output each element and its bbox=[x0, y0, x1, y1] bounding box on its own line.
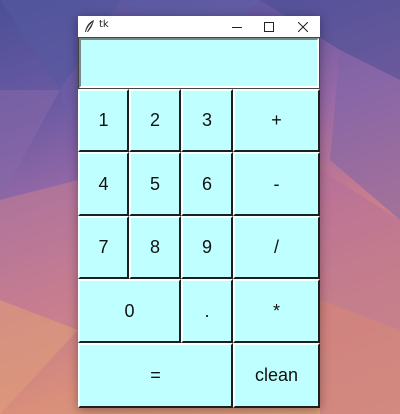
minimize-icon bbox=[232, 26, 242, 28]
minus-button[interactable]: - bbox=[233, 152, 320, 216]
close-icon bbox=[298, 21, 308, 32]
multiply-button[interactable]: * bbox=[233, 279, 320, 343]
feather-icon bbox=[83, 19, 97, 34]
key-6-button[interactable]: 6 bbox=[181, 152, 233, 216]
minimize-button[interactable] bbox=[222, 16, 252, 37]
maximize-button[interactable] bbox=[254, 16, 284, 37]
clean-button[interactable]: clean bbox=[233, 343, 320, 408]
close-button[interactable] bbox=[288, 16, 318, 37]
key-3-button[interactable]: 3 bbox=[181, 89, 233, 152]
maximize-icon bbox=[264, 21, 274, 32]
key-0-button[interactable]: 0 bbox=[78, 279, 181, 343]
decimal-point-button[interactable]: . bbox=[181, 279, 233, 343]
divide-button[interactable]: / bbox=[233, 216, 320, 279]
key-5-button[interactable]: 5 bbox=[129, 152, 181, 216]
key-9-button[interactable]: 9 bbox=[181, 216, 233, 279]
title-bar[interactable]: tk bbox=[78, 16, 320, 37]
display-entry[interactable] bbox=[78, 37, 320, 89]
key-7-button[interactable]: 7 bbox=[78, 216, 129, 279]
plus-button[interactable]: + bbox=[233, 89, 320, 152]
key-1-button[interactable]: 1 bbox=[78, 89, 129, 152]
equals-button[interactable]: = bbox=[78, 343, 233, 408]
calculator-window: tk 1 2 3 + 4 5 6 - 7 8 9 / 0 . * = clean bbox=[78, 16, 320, 408]
key-2-button[interactable]: 2 bbox=[129, 89, 181, 152]
key-4-button[interactable]: 4 bbox=[78, 152, 129, 216]
key-8-button[interactable]: 8 bbox=[129, 216, 181, 279]
window-title: tk bbox=[99, 19, 109, 30]
calculator-body: 1 2 3 + 4 5 6 - 7 8 9 / 0 . * = clean bbox=[78, 37, 320, 408]
